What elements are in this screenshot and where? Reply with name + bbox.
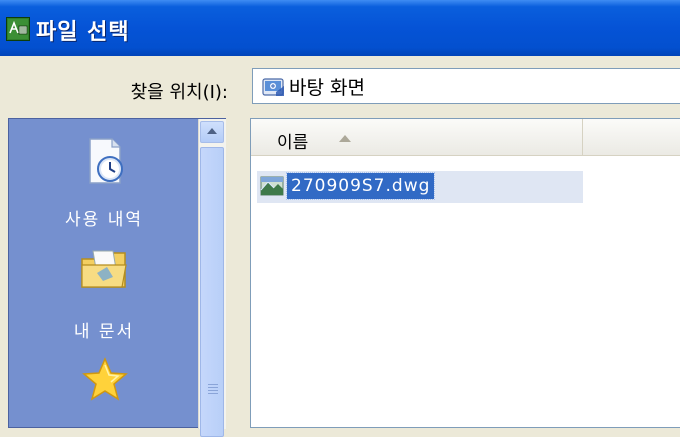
grip-line [208,387,218,388]
list-item[interactable]: 270909S7.dwg [257,171,583,203]
title-bar[interactable]: 파일 선택 [0,0,680,56]
lookin-row: 찾을 위치(I): 바탕 화면 [0,56,680,116]
places-label-history: 사용 내역 [65,210,143,230]
column-header-name[interactable]: 이름 [251,119,583,155]
grip-line [208,390,218,391]
column-header: 이름 [251,119,680,156]
history-clock-icon [80,137,128,187]
autocad-app-icon[interactable] [6,17,30,41]
places-item-my-documents[interactable]: 내 문서 [9,243,199,343]
favorites-star-icon [82,357,128,403]
places-bar: 사용 내역 내 문서 [8,118,226,437]
places-item-history[interactable]: 사용 내역 [9,133,199,243]
places-label-my-documents: 내 문서 [73,322,135,342]
sort-ascending-icon [339,135,351,142]
desktop-folder-icon [262,76,286,98]
window-title: 파일 선택 [36,20,130,45]
grip-line [208,393,218,394]
grip-line [208,384,218,385]
places-item-favorites[interactable] [9,347,199,427]
lookin-value: 바탕 화면 [289,77,365,99]
file-name: 270909S7.dwg [285,172,436,200]
my-documents-folder-icon [79,247,129,291]
lookin-combobox[interactable]: 바탕 화면 [252,68,680,104]
scroll-thumb[interactable] [200,147,224,437]
file-list[interactable]: 이름 270909S7.dwg [250,118,680,428]
column-name-label: 이름 [277,133,309,153]
chevron-up-icon [207,128,217,134]
dwg-file-icon [260,176,284,196]
places-scrollbar[interactable] [198,119,226,437]
scroll-up-button[interactable] [200,121,224,143]
lookin-label: 찾을 위치(I): [130,82,228,103]
